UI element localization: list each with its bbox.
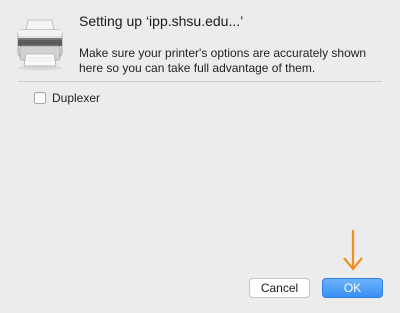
divider	[18, 81, 382, 82]
duplexer-checkbox[interactable]	[34, 92, 46, 104]
option-duplexer[interactable]: Duplexer	[34, 91, 100, 105]
ok-button[interactable]: OK	[322, 278, 383, 298]
duplexer-label: Duplexer	[52, 91, 101, 105]
down-arrow-icon	[341, 228, 365, 276]
dialog-message: Make sure your printer's options are acc…	[79, 46, 367, 75]
dialog-title: Setting up ‘ipp.shsu.edu...’	[79, 13, 244, 29]
cancel-button[interactable]: Cancel	[249, 278, 310, 298]
printer-setup-dialog: Setting up ‘ipp.shsu.edu...’ Make sure y…	[0, 0, 400, 313]
printer-icon	[14, 16, 66, 72]
